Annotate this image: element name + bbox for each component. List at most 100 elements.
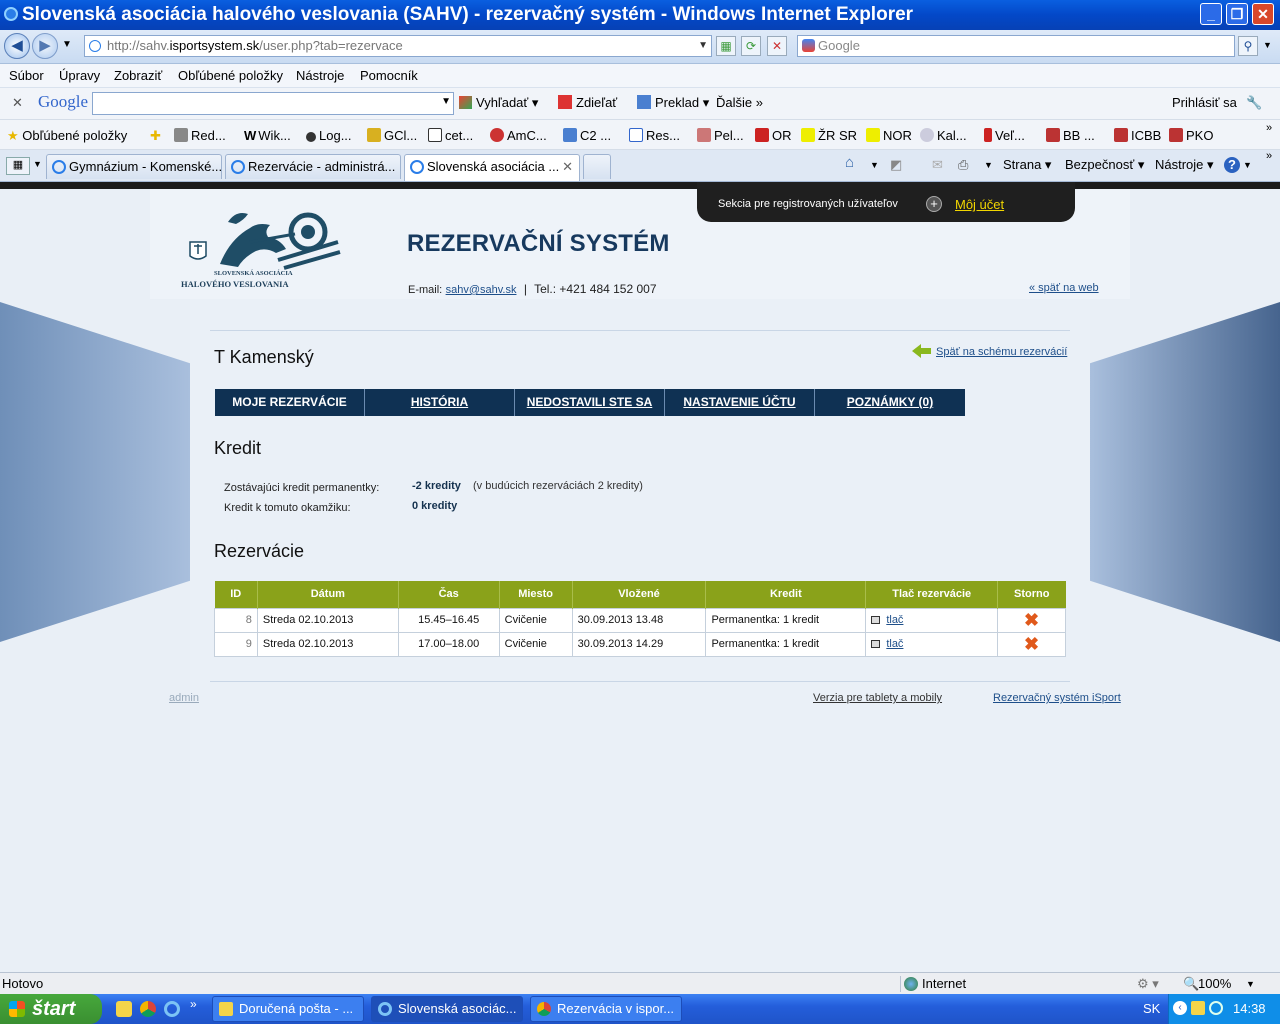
search-icon[interactable]: ⚲ (1238, 36, 1258, 56)
quick-tabs-icon[interactable]: ▦ (6, 157, 30, 175)
share-button[interactable]: Zdieľať (558, 95, 617, 110)
my-account-link[interactable]: Môj účet (955, 197, 1004, 212)
tab-my-reservations[interactable]: MOJE REZERVÁCIE (215, 389, 365, 416)
forward-button[interactable]: ▶ (32, 33, 58, 59)
translate-button[interactable]: Preklad ▾ (637, 95, 709, 111)
task-sahv[interactable]: Slovenská asociác... (371, 996, 523, 1022)
cancel-reservation-icon[interactable]: ✖ (1024, 635, 1039, 653)
tab-account-settings[interactable]: NASTAVENIE ÚČTU (665, 389, 815, 416)
maximize-button[interactable]: ❐ (1226, 3, 1248, 25)
fav-item[interactable]: ICBB (1114, 128, 1161, 143)
fav-item[interactable]: C2 ... (563, 128, 611, 143)
print-link[interactable]: tlač (886, 614, 903, 626)
task-rezervacia[interactable]: Rezervácia v ispor... (530, 996, 682, 1022)
printer-icon[interactable] (871, 616, 881, 624)
fav-item[interactable]: cet... (428, 128, 473, 143)
tab-sahv[interactable]: Slovenská asociácia ... ✕ (404, 154, 580, 181)
fav-item[interactable]: PKO (1169, 128, 1213, 143)
fav-item[interactable]: Log... (306, 128, 352, 143)
clock[interactable]: 14:38 (1233, 994, 1266, 1024)
task-mail[interactable]: Doručená pošta - ... (212, 996, 364, 1022)
tray-outlook-icon[interactable] (1191, 1001, 1205, 1015)
search-options-icon[interactable]: ▼ (1263, 40, 1272, 50)
printer-icon[interactable] (871, 640, 881, 648)
language-indicator[interactable]: SK (1143, 1001, 1160, 1016)
back-to-web-link[interactable]: « späť na web (1029, 282, 1099, 294)
cancel-reservation-icon[interactable]: ✖ (1024, 611, 1039, 629)
more-button[interactable]: Ďalšie » (716, 95, 763, 110)
menu-favorites[interactable]: Obľúbené položky (178, 68, 283, 83)
fav-item[interactable]: NOR (866, 128, 912, 143)
add-favorite-icon[interactable]: ✚ (150, 128, 161, 144)
fav-item[interactable]: AmC... (490, 128, 547, 143)
close-tab-icon[interactable]: ✕ (562, 155, 573, 179)
signin-button[interactable]: Prihlásiť sa (1172, 95, 1237, 110)
print-dropdown-icon[interactable]: ▼ (984, 160, 993, 170)
quicklaunch-more-icon[interactable]: » (190, 997, 197, 1011)
menu-edit[interactable]: Úpravy (59, 68, 100, 83)
protected-mode-icon[interactable]: ⚙ ▾ (1137, 976, 1159, 992)
plus-icon[interactable]: + (926, 196, 942, 212)
refresh-icon[interactable]: ⟳ (741, 36, 761, 56)
fav-item[interactable]: BB ... (1046, 128, 1095, 143)
email-link[interactable]: sahv@sahv.sk (446, 284, 517, 296)
help-dropdown-icon[interactable]: ▼ (1243, 160, 1252, 170)
help-icon[interactable]: ? (1224, 157, 1240, 173)
compatibility-icon[interactable]: ▦ (716, 36, 736, 56)
google-search-input[interactable]: ▼ (92, 92, 454, 115)
menu-file[interactable]: Súbor (9, 68, 44, 83)
tab-history[interactable]: HISTÓRIA (365, 389, 515, 416)
fav-item[interactable]: GCl... (367, 128, 417, 143)
security-menu[interactable]: Bezpečnosť ▾ (1065, 157, 1144, 173)
wrench-icon[interactable]: 🔧 (1246, 95, 1262, 111)
tablet-version-link[interactable]: Verzia pre tablety a mobily (813, 692, 942, 704)
tab-notes[interactable]: POZNÁMKY (0) (815, 389, 965, 416)
isport-link[interactable]: Rezervačný systém iSport (993, 692, 1121, 704)
fav-item[interactable]: Pel... (697, 128, 744, 143)
arrow-left-icon[interactable] (912, 343, 932, 359)
url-field[interactable]: http://sahv.isportsystem.sk/user.php?tab… (84, 35, 712, 57)
new-tab-button[interactable] (583, 154, 611, 179)
tab-gymnazium[interactable]: Gymnázium - Komenské... (46, 154, 222, 179)
tools-menu[interactable]: Nástroje ▾ (1155, 157, 1214, 173)
chevron-right-icon[interactable]: » (1266, 122, 1272, 134)
page-menu[interactable]: Strana ▾ (1003, 157, 1051, 173)
print-icon[interactable]: ⎙ (958, 157, 968, 173)
quicklaunch-outlook-icon[interactable] (116, 1001, 132, 1017)
chevron-right-icon[interactable]: » (1266, 150, 1272, 162)
back-to-scheme-link[interactable]: Späť na schému rezervácií (936, 346, 1067, 358)
zoom-icon[interactable]: 🔍 (1183, 976, 1199, 992)
start-button[interactable]: štart (0, 994, 102, 1024)
tray-network-icon[interactable] (1209, 1001, 1223, 1015)
google-input-dropdown-icon[interactable]: ▼ (441, 96, 451, 107)
tab-no-show[interactable]: NEDOSTAVILI STE SA (515, 389, 665, 416)
fav-item[interactable]: Veľ... (984, 128, 1025, 143)
fav-item[interactable]: W Wik... (244, 128, 291, 143)
fav-item[interactable]: Red... (174, 128, 226, 143)
zoom-level[interactable]: 100% (1198, 976, 1231, 991)
minimize-button[interactable]: _ (1200, 3, 1222, 25)
mail-icon[interactable]: ✉ (932, 157, 943, 173)
menu-help[interactable]: Pomocník (360, 68, 418, 83)
google-search-button[interactable]: Vyhľadať ▾ (459, 95, 538, 111)
quicklaunch-ie-icon[interactable] (164, 1001, 180, 1017)
menu-view[interactable]: Zobraziť (114, 68, 162, 83)
stop-icon[interactable]: ✕ (767, 36, 787, 56)
tab-list-dropdown-icon[interactable]: ▼ (33, 159, 42, 169)
home-dropdown-icon[interactable]: ▼ (870, 160, 879, 170)
print-link[interactable]: tlač (886, 638, 903, 650)
history-dropdown-icon[interactable]: ▼ (62, 39, 72, 50)
tray-expand-icon[interactable]: ‹ (1173, 1001, 1187, 1015)
quicklaunch-chrome-icon[interactable] (140, 1001, 156, 1017)
fav-item[interactable]: Res... (629, 128, 680, 143)
fav-item[interactable]: OR (755, 128, 792, 143)
search-field[interactable]: Google (797, 35, 1235, 57)
back-button[interactable]: ◀ (4, 33, 30, 59)
close-toolbar-icon[interactable]: ✕ (12, 95, 23, 111)
fav-item[interactable]: Kal... (920, 128, 967, 143)
url-dropdown-icon[interactable]: ▼ (698, 36, 708, 56)
admin-link[interactable]: admin (169, 692, 199, 704)
rss-icon[interactable]: ◩ (890, 157, 902, 173)
favorites-button[interactable]: ★ Obľúbené položky (7, 128, 127, 144)
tab-rezervacie-admin[interactable]: Rezervácie - administrá... (225, 154, 401, 179)
